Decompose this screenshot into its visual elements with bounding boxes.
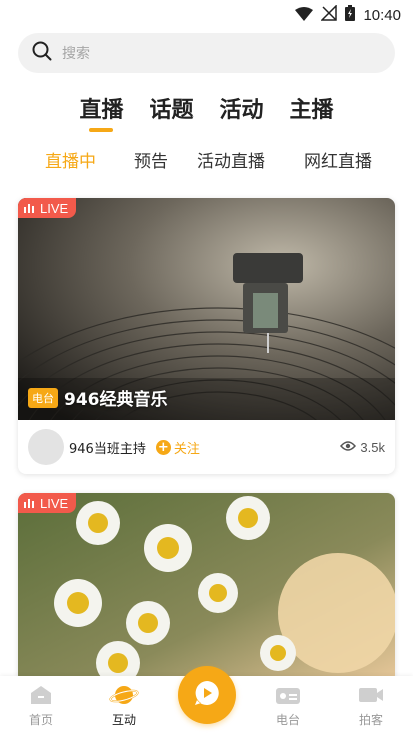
card-title: 946经典音乐: [64, 390, 168, 410]
nav-center-button[interactable]: [177, 666, 236, 724]
play-chat-icon: [192, 678, 222, 712]
main-tabs: 直播 话题 活动 主播: [0, 92, 413, 124]
status-bar: 10:40: [0, 0, 413, 30]
card-cover-image[interactable]: LIVE 电台 946经典音乐: [18, 198, 395, 420]
view-count: 3.5k: [340, 440, 385, 455]
card-caption: 电台 946经典音乐: [28, 385, 168, 410]
subtab-event-live[interactable]: 活动直播: [197, 147, 265, 172]
nav-radio[interactable]: 电台: [258, 684, 318, 728]
signal-icon: [320, 4, 338, 25]
radio-tag: 电台: [28, 387, 58, 408]
nav-vlog-label: 拍客: [358, 713, 383, 727]
card-cover-image[interactable]: LIVE: [18, 493, 395, 683]
live-bars-icon: [24, 201, 36, 216]
flowers-image: [18, 493, 395, 683]
search-icon: [32, 41, 52, 65]
follow-button[interactable]: + 关注: [155, 438, 200, 457]
tab-hosts[interactable]: 主播: [290, 92, 334, 124]
planet-icon: [109, 684, 139, 709]
live-card[interactable]: LIVE: [18, 493, 395, 683]
battery-icon: [345, 5, 356, 25]
nav-home-label: 首页: [28, 713, 53, 727]
nav-radio-label: 电台: [275, 713, 300, 727]
search-placeholder: 搜索: [62, 46, 90, 62]
follow-label: 关注: [173, 441, 200, 457]
live-badge: LIVE: [18, 198, 77, 218]
nav-interact-label: 互动: [111, 713, 136, 727]
views-value: 3.5k: [360, 439, 385, 455]
bottom-nav: 首页 互动 电台 拍客: [0, 666, 413, 734]
sub-tabs: 直播中 预告 活动直播 网红直播: [0, 147, 413, 172]
tab-events[interactable]: 活动: [220, 92, 264, 124]
nav-home[interactable]: 首页: [11, 684, 71, 728]
subtab-influencer-live[interactable]: 网红直播: [304, 147, 372, 172]
nav-interact[interactable]: 互动: [94, 684, 154, 728]
wifi-icon: [295, 6, 314, 25]
eye-icon: [340, 440, 357, 455]
tab-live[interactable]: 直播: [79, 92, 123, 124]
tab-topics[interactable]: 话题: [149, 92, 193, 124]
live-label: LIVE: [40, 495, 69, 511]
subtab-live-now[interactable]: 直播中: [45, 147, 96, 172]
home-icon: [28, 684, 54, 709]
live-badge: LIVE: [18, 493, 77, 513]
card-footer: 946当班主持 + 关注 3.5k: [18, 420, 395, 474]
status-time: 10:40: [363, 6, 401, 24]
subtab-preview[interactable]: 预告: [134, 147, 168, 172]
radio-icon: [274, 684, 302, 709]
host-name[interactable]: 946当班主持: [69, 438, 146, 457]
live-card[interactable]: LIVE 电台 946经典音乐 946当班主持 + 关注 3.5k: [18, 198, 395, 474]
avatar[interactable]: [28, 429, 64, 465]
live-label: LIVE: [40, 200, 69, 216]
video-camera-icon: [357, 684, 385, 709]
nav-vlog[interactable]: 拍客: [341, 684, 401, 728]
live-bars-icon: [24, 496, 36, 511]
search-input[interactable]: 搜索: [18, 33, 395, 73]
plus-icon: +: [155, 439, 171, 455]
